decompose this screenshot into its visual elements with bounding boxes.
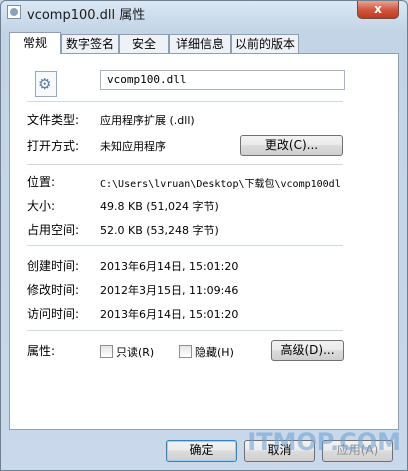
- size-on-disk-value: 52.0 KB (53,248 字节): [100, 224, 219, 237]
- window-title: vcomp100.dll 属性: [27, 8, 146, 23]
- created-value: 2013年6月14日, 15:01:20: [100, 260, 239, 273]
- tab-details[interactable]: 详细信息: [169, 34, 231, 53]
- tab-security[interactable]: 安全: [119, 34, 169, 53]
- accessed-value: 2013年6月14日, 15:01:20: [100, 308, 239, 321]
- location-label: 位置:: [27, 175, 56, 189]
- size-value: 49.8 KB (51,024 字节): [100, 200, 219, 213]
- open-with-value: 未知应用程序: [100, 140, 166, 153]
- change-button[interactable]: 更改(C)...: [240, 135, 343, 156]
- file-type-label: 文件类型:: [27, 113, 80, 127]
- location-value: C:\Users\lvruan\Desktop\下载包\vcomp100dl: [100, 179, 341, 190]
- ok-button[interactable]: 确定: [166, 440, 237, 462]
- attributes-label: 属性:: [27, 344, 56, 358]
- divider: [27, 245, 343, 246]
- tab-previous-versions[interactable]: 以前的版本: [231, 34, 299, 53]
- close-icon: x: [374, 2, 382, 16]
- hidden-label[interactable]: 隐藏(H): [195, 344, 234, 360]
- divider: [27, 330, 343, 331]
- file-name-field[interactable]: vcomp100.dll: [100, 70, 345, 90]
- file-type-value: 应用程序扩展 (.dll): [100, 114, 195, 127]
- open-with-label: 打开方式:: [27, 139, 80, 153]
- modified-value: 2012年3月15日, 11:09:46: [100, 284, 239, 297]
- readonly-label[interactable]: 只读(R): [116, 344, 154, 360]
- tab-general[interactable]: 常规: [9, 32, 61, 54]
- created-label: 创建时间:: [27, 259, 80, 273]
- modified-label: 修改时间:: [27, 283, 80, 297]
- size-on-disk-label: 占用空间:: [27, 223, 80, 237]
- file-properties-icon: [7, 5, 21, 19]
- advanced-button[interactable]: 高级(D)...: [271, 340, 344, 361]
- size-label: 大小:: [27, 199, 56, 213]
- readonly-checkbox[interactable]: [100, 345, 113, 358]
- watermark: ITMOP.COM: [247, 428, 401, 456]
- dll-file-icon: [35, 71, 57, 97]
- title-bar[interactable]: vcomp100.dll 属性 x: [1, 1, 407, 25]
- properties-window: vcomp100.dll 属性 x 常规 数字签名 安全 详细信息 以前的版本 …: [0, 0, 408, 471]
- accessed-label: 访问时间:: [27, 307, 80, 321]
- tab-digital-signatures[interactable]: 数字签名: [61, 34, 119, 53]
- close-button[interactable]: x: [357, 1, 399, 19]
- general-tab-panel: vcomp100.dll 文件类型: 应用程序扩展 (.dll) 打开方式: 未…: [9, 53, 399, 430]
- hidden-checkbox[interactable]: [179, 345, 192, 358]
- divider: [27, 164, 343, 165]
- divider: [27, 101, 343, 102]
